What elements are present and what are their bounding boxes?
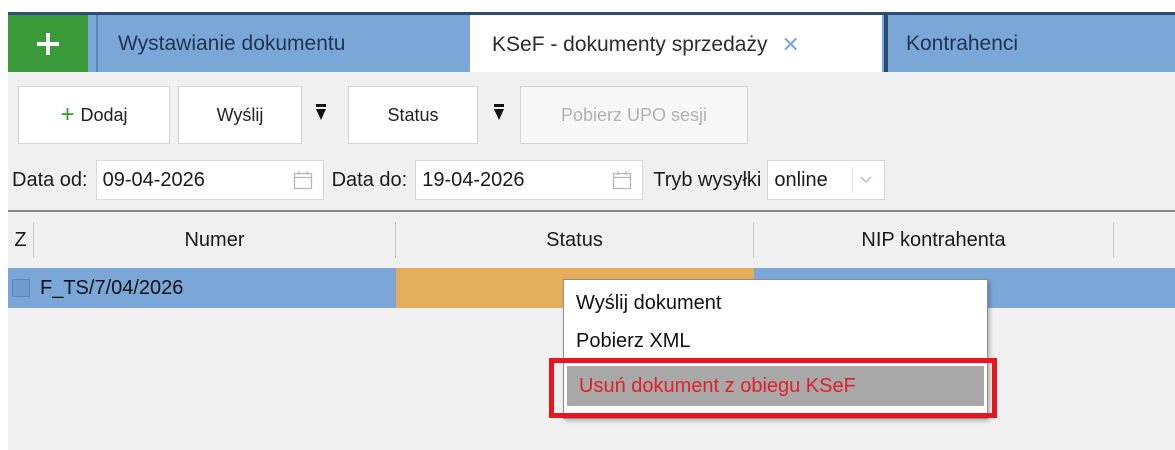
status-button-label: Status — [387, 104, 439, 125]
date-to-value: 19-04-2026 — [422, 168, 525, 191]
close-icon[interactable]: ✕ — [781, 32, 799, 58]
tab-label: Wystawianie dokumentu — [118, 31, 346, 55]
tab-ksef-dokumenty-sprzedazy[interactable]: KSeF - dokumenty sprzedaży ✕ — [470, 15, 882, 72]
calendar-icon[interactable] — [612, 170, 632, 190]
fetch-upo-button[interactable]: Pobierz UPO sesji — [520, 86, 748, 144]
filter-arrow-icon — [494, 104, 504, 120]
tab-kontrahenci[interactable]: Kontrahenci — [884, 15, 1175, 72]
new-tab-button[interactable] — [8, 15, 88, 72]
plus-icon — [37, 32, 59, 55]
tab-wystawianie-dokumentu[interactable]: Wystawianie dokumentu — [96, 15, 458, 72]
add-button[interactable]: + Dodaj — [18, 86, 170, 144]
date-from-value: 09-04-2026 — [102, 168, 205, 191]
row-numer: F_TS/7/04/2026 — [40, 276, 184, 299]
menu-item-download-xml[interactable]: Pobierz XML — [564, 322, 987, 360]
context-menu: Wyślij dokument Pobierz XML Usuń dokumen… — [563, 279, 988, 419]
column-header-numer[interactable]: Numer — [34, 222, 396, 258]
send-button-label: Wyślij — [216, 104, 264, 125]
column-header-z[interactable]: Z — [8, 222, 34, 258]
tab-bar: Wystawianie dokumentu KSeF - dokumenty s… — [8, 12, 1175, 72]
row-checkbox-cell[interactable] — [8, 268, 34, 308]
date-to-label: Data do: — [331, 168, 408, 191]
tab-label: Kontrahenci — [906, 31, 1019, 55]
menu-item-remove-from-ksef[interactable]: Usuń dokument z obiegu KSeF — [567, 366, 984, 406]
calendar-icon[interactable] — [293, 170, 313, 190]
send-button[interactable]: Wyślij — [178, 86, 302, 144]
plus-icon: + — [60, 101, 75, 128]
filter-row: Data od: 09-04-2026 Data do: 19-04-2026 … — [8, 158, 1175, 202]
send-dropdown-button[interactable] — [306, 86, 336, 144]
toolbar: + Dodaj Wyślij Status Pobierz UPO sesji … — [8, 72, 1175, 210]
row-checkbox[interactable] — [12, 279, 30, 297]
date-from-label: Data od: — [12, 168, 88, 191]
fetch-upo-label: Pobierz UPO sesji — [560, 104, 708, 125]
mode-value: online — [774, 168, 828, 191]
status-dropdown-button[interactable] — [484, 86, 514, 144]
column-header-nip[interactable]: NIP kontrahenta — [754, 222, 1114, 258]
date-to-field[interactable]: 19-04-2026 — [415, 160, 644, 200]
chevron-down-icon[interactable] — [852, 167, 878, 193]
date-from-field[interactable]: 09-04-2026 — [95, 160, 324, 200]
column-header-status[interactable]: Status — [396, 222, 754, 258]
add-button-label: Dodaj — [80, 104, 128, 125]
tab-label: KSeF - dokumenty sprzedaży — [492, 33, 768, 56]
grid-header: Z Numer Status NIP kontrahenta — [8, 222, 1175, 258]
status-button[interactable]: Status — [348, 86, 478, 144]
menu-item-send-document[interactable]: Wyślij dokument — [564, 284, 987, 322]
mode-select[interactable]: online — [767, 160, 886, 200]
filter-arrow-icon — [316, 104, 326, 120]
mode-label: Tryb wysyłki — [653, 168, 762, 191]
